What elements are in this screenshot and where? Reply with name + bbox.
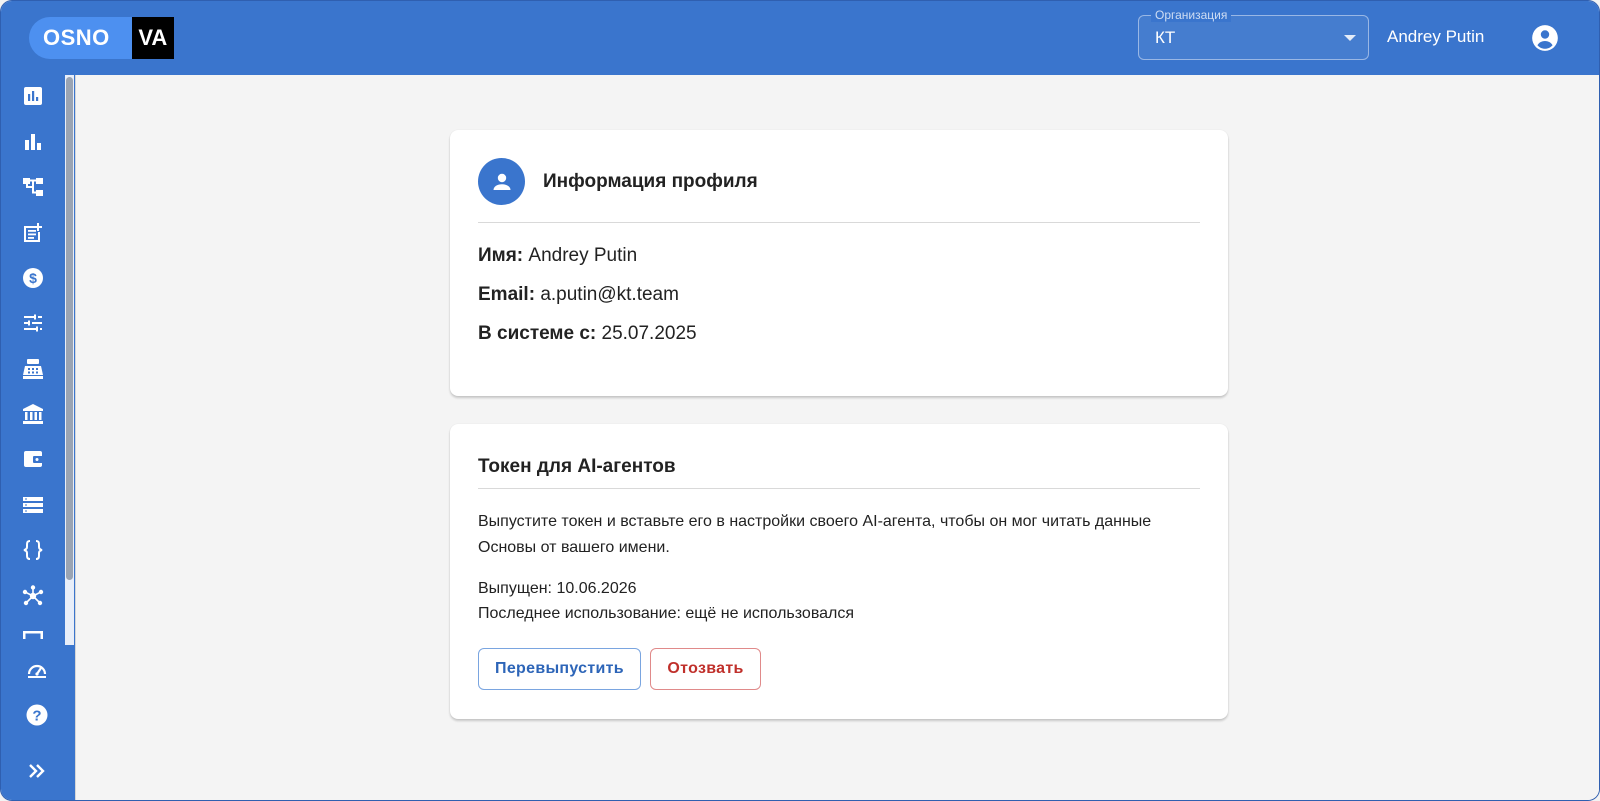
ai-token-card-title: Токен для AI-агентов (478, 456, 676, 477)
assessment-icon[interactable] (20, 83, 46, 109)
sidebar-scrollbar-thumb[interactable] (66, 77, 73, 580)
profile-since-row: В системе с: 25.07.2025 (478, 323, 697, 345)
profile-card: Информация профиля Имя: Andrey Putin Ema… (450, 130, 1228, 396)
header-user-name[interactable]: Andrey Putin (1387, 27, 1484, 47)
top-bar: OSNO VA Организация КТ Andrey Putin (1, 1, 1599, 75)
caret-down-icon (1344, 35, 1356, 41)
monetization-icon[interactable]: $ (20, 265, 46, 291)
logo-osno: OSNO (29, 17, 140, 59)
point-of-sale-icon[interactable] (20, 356, 46, 382)
profile-email-label: Email: (478, 284, 536, 305)
profile-name-value: Andrey Putin (528, 245, 638, 266)
profile-name-row: Имя: Andrey Putin (478, 245, 637, 267)
reissue-button[interactable]: Перевыпустить (478, 648, 641, 690)
ai-token-description-line1: Выпустите токен и вставьте его в настрой… (478, 513, 1152, 530)
bar-chart-icon[interactable] (20, 129, 46, 155)
sidebar: $ ? (1, 75, 75, 800)
ai-token-card: Токен для AI-агентов Выпустите токен и в… (450, 424, 1228, 719)
account-tree-icon[interactable] (20, 174, 46, 200)
profile-card-title: Информация профиля (543, 171, 758, 192)
ai-token-divider (478, 488, 1200, 489)
organization-select[interactable]: Организация КТ (1138, 8, 1369, 60)
ai-token-description-line2: Основы от вашего имени. (478, 539, 670, 556)
profile-name-label: Имя: (478, 245, 524, 266)
partial-hidden-icon[interactable] (20, 628, 46, 645)
data-object-icon[interactable] (20, 537, 46, 563)
profile-divider (478, 222, 1200, 223)
account-circle-icon[interactable] (1531, 24, 1559, 52)
ai-token-description: Выпустите токен и вставьте его в настрой… (478, 509, 1198, 561)
revoke-button[interactable]: Отозвать (650, 648, 761, 690)
help-icon[interactable]: ? (24, 702, 50, 728)
logo-va: VA (131, 17, 174, 59)
profile-email-value: a.putin@kt.team (540, 284, 679, 305)
svg-text:?: ? (32, 708, 41, 725)
sidebar-nav-scroll[interactable]: $ (1, 75, 65, 645)
organization-select-value: КТ (1155, 28, 1176, 47)
storage-icon[interactable] (20, 492, 46, 518)
expand-icon[interactable] (24, 758, 50, 784)
person-icon (493, 173, 510, 190)
profile-since-value: 25.07.2025 (601, 323, 697, 344)
profile-since-label: В системе с: (478, 323, 597, 344)
avatar (478, 158, 525, 205)
logo[interactable]: OSNO VA (29, 17, 174, 59)
tune-icon[interactable] (20, 310, 46, 336)
main-content: Информация профиля Имя: Andrey Putin Ema… (75, 75, 1599, 800)
bank-icon[interactable] (20, 401, 46, 427)
wallet-icon[interactable] (20, 446, 46, 472)
app-window: OSNO VA Организация КТ Andrey Putin $ ? … (0, 0, 1600, 801)
organization-select-label: Организация (1151, 8, 1232, 22)
ai-token-issued: Выпущен: 10.06.2026 (478, 580, 637, 597)
svg-text:$: $ (29, 270, 37, 286)
speed-icon[interactable] (24, 656, 50, 682)
post-add-icon[interactable] (20, 220, 46, 246)
profile-email-row: Email: a.putin@kt.team (478, 284, 679, 306)
ai-token-last-used: Последнее использование: ещё не использо… (478, 605, 855, 622)
hub-icon[interactable] (20, 583, 46, 609)
